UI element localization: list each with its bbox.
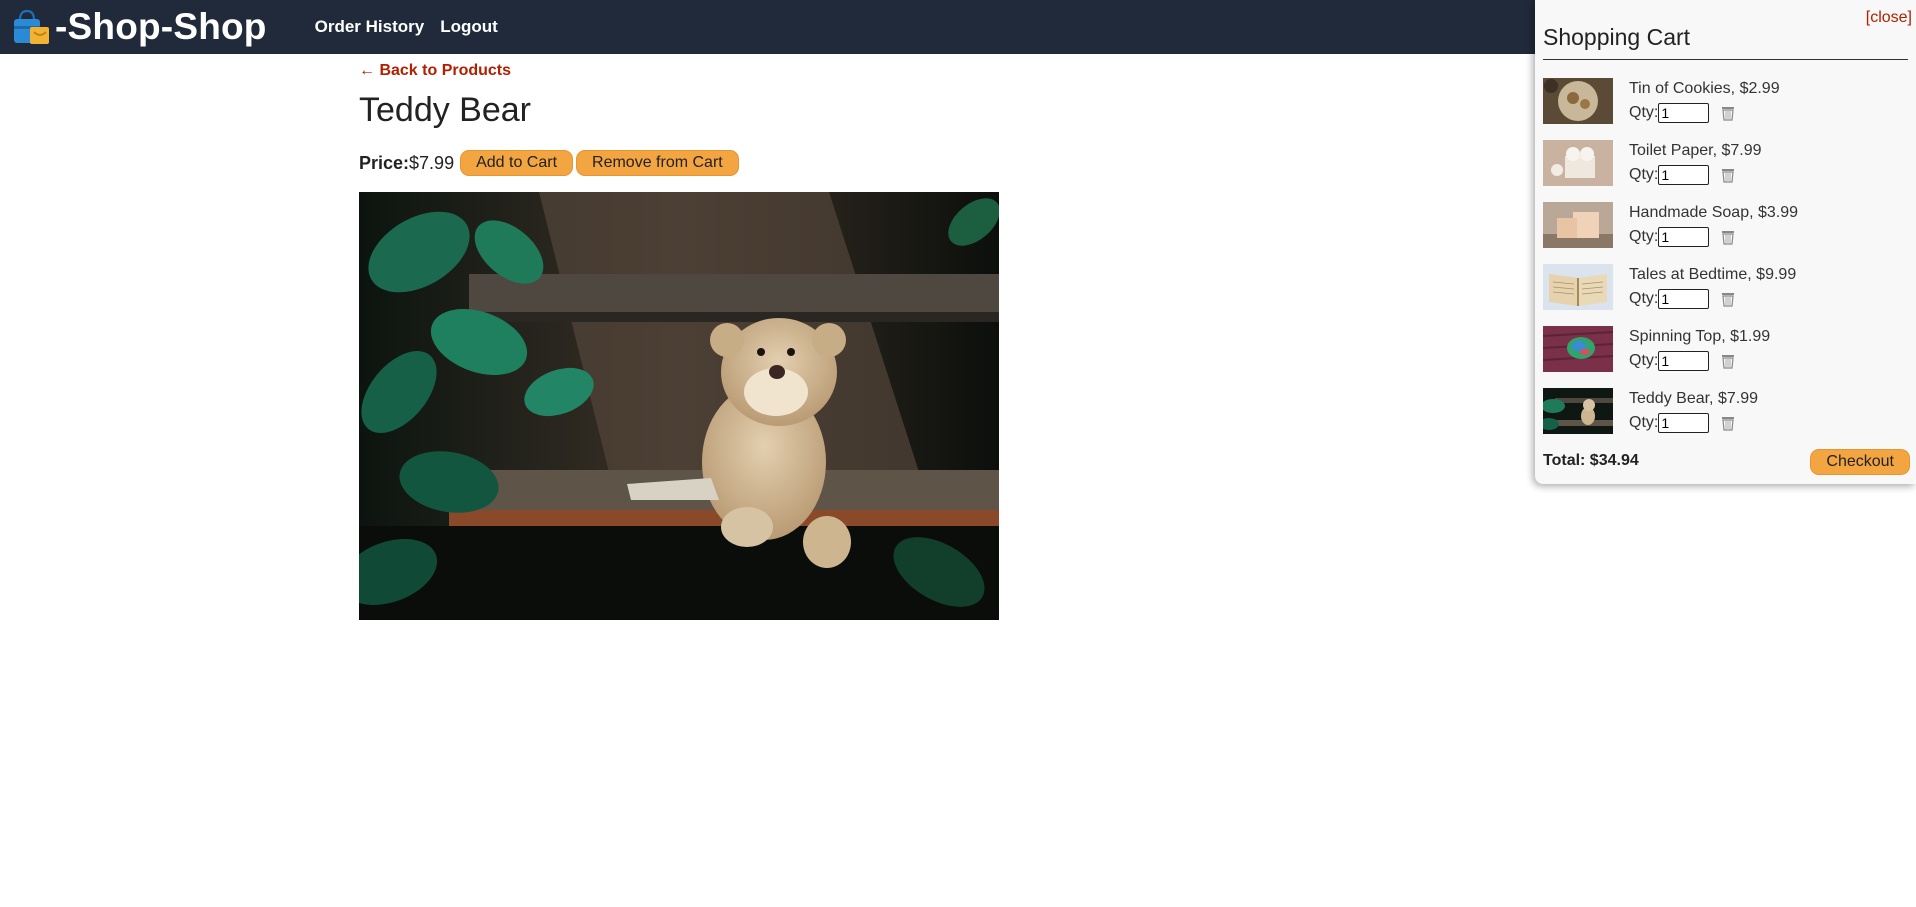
remove-from-cart-button[interactable]: Remove from Cart	[576, 150, 739, 176]
cart-title: Shopping Cart	[1543, 24, 1691, 50]
shopping-bag-icon	[13, 8, 51, 46]
cart-item-name: Teddy Bear, $7.99	[1629, 390, 1758, 407]
cart-item-thumbnail	[1543, 326, 1613, 372]
cart-item: Teddy Bear, $7.99 Qty:	[1543, 388, 1903, 436]
price-row: Price: $7.99 Add to Cart Remove from Car…	[359, 150, 999, 176]
nav-logout-link[interactable]: Logout	[440, 17, 498, 37]
trash-icon[interactable]	[1720, 291, 1736, 307]
cart-item-qty-row: Qty:	[1629, 165, 1736, 185]
qty-label: Qty:	[1629, 352, 1659, 369]
qty-input[interactable]	[1658, 351, 1710, 371]
cart-item: Spinning Top, $1.99 Qty:	[1543, 326, 1903, 374]
cart-item-thumbnail	[1543, 264, 1613, 310]
cart-item-qty-row: Qty:	[1629, 289, 1736, 309]
cart-item-thumbnail	[1543, 202, 1613, 248]
cart-divider	[1543, 59, 1908, 60]
qty-label: Qty:	[1629, 290, 1659, 307]
cart-item: Tales at Bedtime, $9.99 Qty:	[1543, 264, 1903, 312]
cart-item-name: Tales at Bedtime, $9.99	[1629, 266, 1797, 283]
qty-label: Qty:	[1629, 228, 1659, 245]
cart-item-qty-row: Qty:	[1629, 413, 1736, 433]
cart-item: Tin of Cookies, $2.99 Qty:	[1543, 78, 1903, 126]
cart-item-qty-row: Qty:	[1629, 103, 1736, 123]
cart-item-name: Spinning Top, $1.99	[1629, 328, 1771, 345]
brand-logo-link[interactable]: -Shop-Shop	[13, 6, 267, 48]
trash-icon[interactable]	[1720, 167, 1736, 183]
qty-input[interactable]	[1658, 165, 1710, 185]
price-value: $7.99	[409, 152, 455, 173]
price-label: Price:	[359, 152, 410, 173]
qty-input[interactable]	[1658, 289, 1710, 309]
shopping-cart-panel: [close] Shopping Cart Tin of Cookies, $2…	[1535, 0, 1916, 484]
cart-item-thumbnail	[1543, 388, 1613, 434]
main-nav: Order History Logout	[315, 17, 514, 37]
cart-item-thumbnail	[1543, 78, 1613, 124]
brand-title: -Shop-Shop	[55, 6, 267, 47]
back-to-products-link[interactable]: ← Back to Products	[359, 62, 511, 80]
qty-input[interactable]	[1658, 413, 1710, 433]
qty-input[interactable]	[1658, 227, 1710, 247]
cart-item-thumbnail	[1543, 140, 1613, 186]
cart-item: Toilet Paper, $7.99 Qty:	[1543, 140, 1903, 188]
trash-icon[interactable]	[1720, 105, 1736, 121]
qty-label: Qty:	[1629, 166, 1659, 183]
cart-total: Total: $34.94	[1543, 452, 1639, 469]
qty-input[interactable]	[1658, 103, 1710, 123]
trash-icon[interactable]	[1720, 229, 1736, 245]
cart-close-link[interactable]: [close]	[1866, 9, 1912, 27]
cart-item-name: Handmade Soap, $3.99	[1629, 204, 1799, 221]
trash-icon[interactable]	[1720, 415, 1736, 431]
cart-item-name: Tin of Cookies, $2.99	[1629, 80, 1780, 97]
qty-label: Qty:	[1629, 414, 1659, 431]
cart-item: Handmade Soap, $3.99 Qty:	[1543, 202, 1903, 250]
product-detail: ← Back to Products Teddy Bear Price: $7.…	[359, 62, 999, 620]
product-title: Teddy Bear	[359, 91, 531, 129]
cart-item-qty-row: Qty:	[1629, 351, 1736, 371]
checkout-button[interactable]: Checkout	[1810, 449, 1910, 475]
qty-label: Qty:	[1629, 104, 1659, 121]
nav-order-history-link[interactable]: Order History	[315, 17, 425, 37]
trash-icon[interactable]	[1720, 353, 1736, 369]
product-image	[359, 192, 999, 620]
add-to-cart-button[interactable]: Add to Cart	[460, 150, 574, 176]
cart-item-name: Toilet Paper, $7.99	[1629, 142, 1762, 159]
cart-item-qty-row: Qty:	[1629, 227, 1736, 247]
